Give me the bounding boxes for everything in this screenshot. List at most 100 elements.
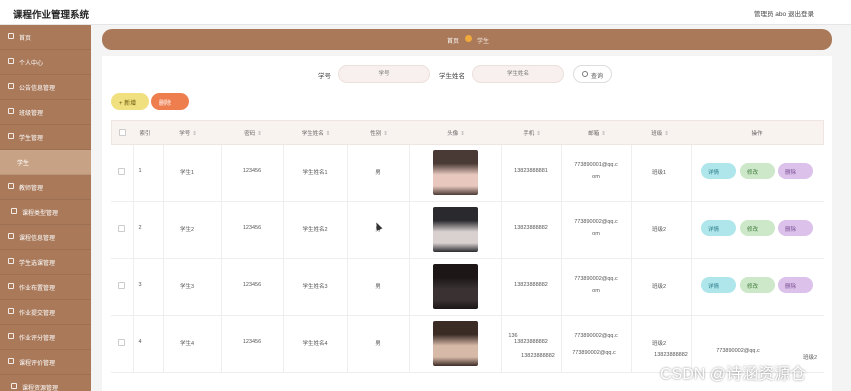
col-email[interactable]: 邮箱 ⇕ (588, 129, 606, 137)
sort-icon: ⇕ (383, 131, 388, 137)
row-checkbox[interactable] (118, 168, 125, 175)
column-divider (347, 202, 348, 259)
sort-icon: ⇕ (325, 131, 331, 137)
evaluation-icon (8, 358, 14, 364)
sort-icon: ⇕ (601, 131, 606, 137)
logout-link[interactable]: 退出登录 (788, 8, 814, 18)
sidebar-item-notices[interactable]: 公告信息管理 (0, 75, 91, 100)
student-no-label: 学号 (318, 73, 331, 80)
column-divider (561, 316, 562, 373)
sidebar-item-teachers[interactable]: 教师管理 (0, 175, 91, 200)
column-divider (133, 145, 134, 202)
row-checkbox[interactable] (118, 225, 125, 232)
column-divider (221, 145, 222, 202)
student-no-input[interactable] (338, 65, 430, 83)
col-index: 索引 (139, 131, 151, 137)
detail-button[interactable]: 详情 (701, 220, 736, 236)
row-checkbox[interactable] (118, 282, 125, 289)
search-button[interactable]: 查询 (573, 65, 612, 83)
sidebar-item-course-selection[interactable]: 学生选课管理 (0, 250, 91, 275)
row-checkbox[interactable] (118, 339, 125, 346)
cell-phone: 13823888882 (514, 282, 548, 288)
delete-button[interactable]: 删除 (778, 163, 813, 179)
col-avatar[interactable]: 头像 ⇕ (447, 129, 465, 137)
column-divider (133, 202, 134, 259)
detail-label: 详情 (708, 284, 720, 290)
col-class[interactable]: 班级 ⇕ (651, 129, 669, 137)
sidebar-item-course-resources[interactable]: 课程资源管理 (0, 375, 91, 391)
column-divider (631, 259, 632, 316)
edit-button[interactable]: 修改 (740, 163, 775, 179)
col-phone[interactable]: 手机 ⇕ (523, 129, 541, 137)
col-gender[interactable]: 性别 ⇕ (370, 129, 388, 137)
cell-password: 123456 (242, 339, 262, 345)
sidebar-item-course-info[interactable]: 课程信息管理 (0, 225, 91, 250)
overlap-phone: 13823888882 (521, 353, 555, 359)
cell-student-no: 学生3 (179, 284, 195, 290)
cell-class: 班级2 (651, 227, 667, 233)
breadcrumb-separator-icon (465, 35, 472, 42)
batch-delete-label: 删除 (159, 101, 172, 107)
column-divider (631, 316, 632, 373)
sidebar-item-student[interactable]: 学生 (0, 150, 91, 175)
sidebar-item-label: 个人中心 (19, 61, 44, 67)
col-name[interactable]: 学生姓名 ⇕ (302, 129, 331, 137)
column-divider (409, 145, 410, 202)
sidebar-item-assignment-publish[interactable]: 作业布置管理 (0, 275, 91, 300)
sort-icon: ⇕ (257, 131, 262, 137)
column-divider (347, 316, 348, 373)
column-divider (561, 259, 562, 316)
student-name-label: 学生姓名 (439, 73, 465, 80)
col-student-no[interactable]: 学号 ⇕ (179, 129, 197, 137)
edit-label: 修改 (747, 284, 759, 290)
overlap-email-2: 773890002@qq.c (716, 348, 760, 354)
batch-delete-button[interactable]: 删除 (151, 93, 189, 110)
select-all-checkbox[interactable] (119, 129, 126, 136)
cell-password: 123456 (242, 282, 262, 288)
column-divider (501, 316, 502, 373)
sidebar-item-home[interactable]: 首页 (0, 25, 91, 50)
delete-button[interactable]: 删除 (778, 277, 813, 293)
col-actions: 操作 (751, 131, 763, 137)
cell-student-no: 学生2 (179, 227, 195, 233)
cell-email-cont: om (592, 174, 600, 180)
col-password[interactable]: 密码 ⇕ (244, 129, 262, 137)
grading-icon (8, 333, 14, 339)
cell-index: 2 (138, 225, 142, 231)
breadcrumb-home[interactable]: 首页 (447, 36, 459, 45)
sidebar-item-course-evaluation[interactable]: 课程评价管理 (0, 350, 91, 375)
edit-button[interactable]: 修改 (740, 277, 775, 293)
edit-button[interactable]: 修改 (740, 220, 775, 236)
sidebar-item-classes[interactable]: 班级管理 (0, 100, 91, 125)
avatar (433, 150, 478, 195)
detail-button[interactable]: 详情 (701, 163, 736, 179)
cell-email: 773890002@qq.c (574, 219, 618, 225)
user-icon (8, 58, 14, 64)
column-divider (283, 145, 284, 202)
cell-class: 班级1 (651, 170, 667, 176)
column-divider (501, 202, 502, 259)
sidebar-item-label: 课程资源管理 (22, 386, 59, 391)
sidebar-item-students[interactable]: 学生管理 (0, 125, 91, 150)
delete-label: 删除 (785, 170, 797, 176)
add-button[interactable]: + 新增 (111, 93, 149, 110)
delete-label: 删除 (785, 227, 797, 233)
student-name-input[interactable] (472, 65, 564, 83)
cell-name: 学生姓名4 (302, 341, 328, 347)
column-divider (501, 259, 502, 316)
sidebar-item-profile[interactable]: 个人中心 (0, 50, 91, 75)
sidebar-item-label: 首页 (19, 36, 32, 42)
sidebar-item-course-types[interactable]: 课程类型管理 (0, 200, 91, 225)
column-divider (347, 259, 348, 316)
sidebar-item-assignment-submit[interactable]: 作业提交管理 (0, 300, 91, 325)
detail-button[interactable]: 详情 (701, 277, 736, 293)
column-divider (283, 202, 284, 259)
sidebar-item-label: 学生管理 (19, 136, 44, 142)
sidebar-item-label: 学生选课管理 (19, 261, 56, 267)
cell-phone: 13823888882 (514, 225, 548, 231)
search-icon (582, 71, 588, 77)
sidebar-item-assignment-grading[interactable]: 作业评分管理 (0, 325, 91, 350)
delete-button[interactable]: 删除 (778, 220, 813, 236)
cell-student-no: 学生4 (179, 341, 195, 347)
column-divider (163, 145, 164, 202)
